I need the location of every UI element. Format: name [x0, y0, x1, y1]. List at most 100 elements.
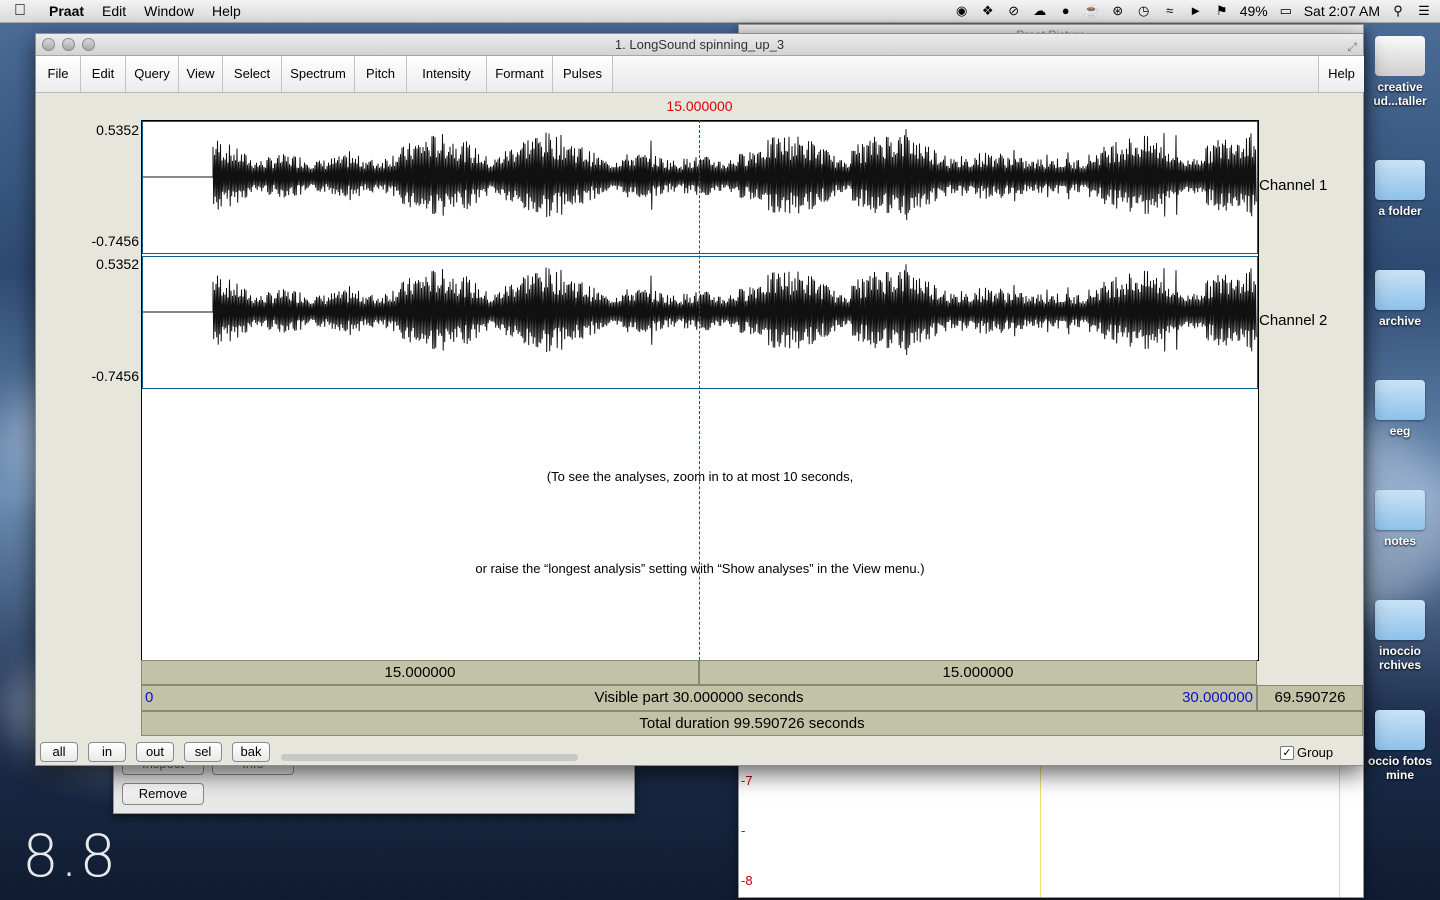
- signal-drawing-area[interactable]: (To see the analyses, zoom in to at most…: [141, 120, 1259, 661]
- desktop-icon-label: notes: [1383, 534, 1416, 548]
- group-toggle[interactable]: ✓ Group: [1280, 745, 1333, 760]
- zoom-all-button[interactable]: all: [40, 742, 78, 762]
- menu-select[interactable]: Select: [223, 56, 282, 92]
- menu-edit-editor[interactable]: Edit: [81, 56, 126, 92]
- desktop-icon-folder[interactable]: a folder: [1360, 160, 1440, 218]
- volume-icon[interactable]: ►: [1188, 4, 1204, 18]
- menu-view[interactable]: View: [179, 56, 223, 92]
- time-cursor: [699, 120, 700, 705]
- wifi-icon[interactable]: ≈: [1162, 4, 1178, 18]
- right-segment-bar[interactable]: 15.000000: [699, 660, 1257, 685]
- coffee-icon[interactable]: ☕: [1084, 4, 1100, 18]
- channel-2-waveform[interactable]: [142, 256, 1258, 389]
- folder-icon: [1375, 710, 1425, 750]
- desktop-icon-drive[interactable]: creative ud...taller: [1360, 36, 1440, 108]
- desktop-icon-notes[interactable]: notes: [1360, 490, 1440, 548]
- apple-menu-icon[interactable]: : [0, 2, 40, 20]
- menu-formant[interactable]: Formant: [487, 56, 553, 92]
- total-duration-bar[interactable]: Total duration 99.590726 seconds: [141, 711, 1363, 736]
- left-segment-bar[interactable]: 15.000000: [141, 660, 699, 685]
- time-machine-icon[interactable]: ◷: [1136, 4, 1152, 18]
- analysis-message-line-1: (To see the analyses, zoom in to at most…: [546, 469, 854, 484]
- longsound-window: 1. LongSound spinning_up_3 ⤢ File Edit Q…: [35, 33, 1364, 766]
- zoom-button-bar: all in out sel bak ✓ Group: [36, 734, 1363, 764]
- visible-start-time: 0: [145, 689, 154, 706]
- picture-line: [1339, 765, 1340, 897]
- desktop-icon-label: eeg: [1389, 424, 1411, 438]
- remaining-duration-bar[interactable]: 69.590726: [1257, 685, 1363, 711]
- battery-icon: ▭: [1279, 3, 1292, 18]
- axis-label: -7: [741, 773, 753, 788]
- zoom-window-icon[interactable]: [82, 38, 95, 51]
- desktop-icon-label: a folder: [1378, 204, 1422, 218]
- desktop-icon-label: occio fotos mine: [1367, 754, 1432, 782]
- group-checkbox[interactable]: ✓: [1280, 745, 1294, 760]
- analysis-message-line-2: or raise the “longest analysis” setting …: [475, 561, 925, 576]
- menu-bar:  Praat Edit Window Help ◉ ❖ ⊘ ☁ ● ☕ ⊛ ◷…: [0, 0, 1440, 23]
- menubar-clock[interactable]: Sat 2:07 AM: [1304, 3, 1380, 19]
- desktop-icon-fotos[interactable]: occio fotos mine: [1360, 710, 1440, 782]
- waveform-svg: [143, 264, 1257, 356]
- folder-icon: [1375, 160, 1425, 200]
- editor-menu-bar: File Edit Query View Select Spectrum Pit…: [36, 56, 1364, 93]
- desktop-icon-archives[interactable]: inoccio rchives: [1360, 600, 1440, 672]
- notification-center-icon[interactable]: ☰: [1416, 4, 1432, 18]
- cloud-icon[interactable]: ☁: [1032, 4, 1048, 18]
- channel-1-label: Channel 1: [1259, 177, 1328, 194]
- visible-end-time: 30.000000: [1182, 689, 1253, 706]
- menu-help[interactable]: Help: [203, 3, 250, 19]
- menu-spectrum[interactable]: Spectrum: [282, 56, 355, 92]
- sync-icon[interactable]: ⊘: [1006, 4, 1022, 18]
- folder-icon: [1375, 380, 1425, 420]
- channel-2-label: Channel 2: [1259, 312, 1328, 329]
- window-title: 1. LongSound spinning_up_3: [614, 37, 785, 52]
- bluetooth-icon[interactable]: ⊛: [1110, 4, 1126, 18]
- fullscreen-icon[interactable]: ⤢: [1347, 37, 1357, 58]
- desktop-icon-eeg[interactable]: eeg: [1360, 380, 1440, 438]
- dropbox-icon[interactable]: ❖: [980, 4, 996, 18]
- channel-2-ymax: 0.5352: [96, 256, 139, 272]
- menu-window[interactable]: Window: [135, 3, 203, 19]
- zoom-back-button[interactable]: bak: [232, 742, 270, 762]
- battery-percent[interactable]: 49%: [1240, 3, 1268, 19]
- zoom-selection-button[interactable]: sel: [184, 742, 222, 762]
- zoom-out-button[interactable]: out: [136, 742, 174, 762]
- desktop-icon-label: archive: [1378, 314, 1422, 328]
- menu-pulses[interactable]: Pulses: [553, 56, 613, 92]
- picture-line: [1040, 765, 1041, 897]
- drive-icon: [1375, 36, 1425, 76]
- close-window-icon[interactable]: [42, 38, 55, 51]
- chat-icon[interactable]: ●: [1058, 4, 1074, 18]
- flag-icon[interactable]: ⚑: [1214, 4, 1230, 18]
- channel-2-ymin: -0.7456: [91, 368, 139, 384]
- spotlight-icon[interactable]: ⚲: [1390, 4, 1406, 18]
- visible-part-bar[interactable]: 0 Visible part 30.000000 seconds 30.0000…: [141, 685, 1257, 711]
- waveform-svg: [143, 129, 1257, 221]
- channel-1-waveform[interactable]: [142, 121, 1258, 254]
- desktop-icon-label: inoccio rchives: [1378, 644, 1422, 672]
- visible-part-label: Visible part 30.000000 seconds: [594, 689, 804, 706]
- minimize-window-icon[interactable]: [62, 38, 75, 51]
- zoom-in-button[interactable]: in: [88, 742, 126, 762]
- menu-help-editor[interactable]: Help: [1318, 56, 1364, 92]
- desktop-icon-label: creative ud...taller: [1373, 80, 1427, 108]
- group-label: Group: [1297, 745, 1334, 760]
- menu-intensity[interactable]: Intensity: [407, 56, 487, 92]
- channel-1-ymin: -0.7456: [91, 233, 139, 249]
- desktop-icon-archive[interactable]: archive: [1360, 270, 1440, 328]
- axis-label: -8: [741, 873, 753, 888]
- menu-file[interactable]: File: [36, 56, 81, 92]
- menu-app-name[interactable]: Praat: [40, 3, 93, 19]
- remove-button[interactable]: Remove: [122, 783, 204, 805]
- folder-icon: [1375, 490, 1425, 530]
- channel-1-ymax: 0.5352: [96, 122, 139, 138]
- window-titlebar[interactable]: 1. LongSound spinning_up_3 ⤢: [36, 34, 1363, 56]
- menu-query[interactable]: Query: [126, 56, 179, 92]
- menu-edit[interactable]: Edit: [93, 3, 135, 19]
- horizontal-scrollbar[interactable]: [281, 754, 578, 761]
- axis-label: -: [741, 823, 746, 838]
- desktop-clock-widget: 8.8: [22, 822, 118, 890]
- creative-cloud-icon[interactable]: ◉: [954, 4, 970, 18]
- cursor-time-label: 15.000000: [666, 98, 733, 114]
- menu-pitch[interactable]: Pitch: [355, 56, 407, 92]
